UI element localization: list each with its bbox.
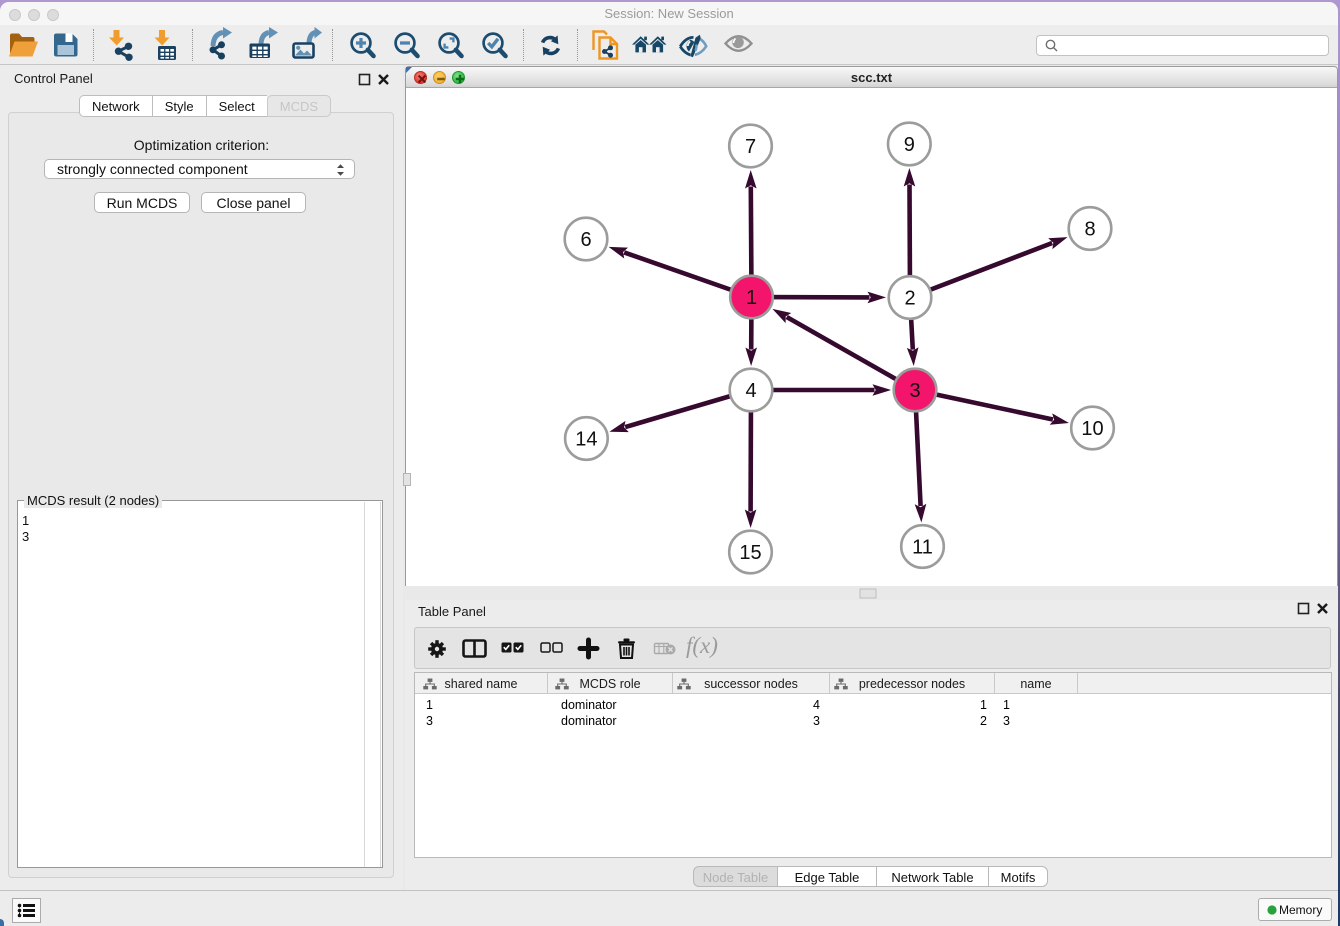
svg-text:15: 15 bbox=[739, 542, 761, 564]
svg-text:2: 2 bbox=[904, 288, 915, 310]
svg-text:1: 1 bbox=[746, 287, 757, 309]
svg-text:14: 14 bbox=[575, 429, 597, 451]
svg-text:6: 6 bbox=[580, 229, 591, 251]
svg-text:10: 10 bbox=[1081, 418, 1103, 440]
svg-text:9: 9 bbox=[904, 134, 915, 156]
svg-text:7: 7 bbox=[745, 136, 756, 158]
svg-text:4: 4 bbox=[745, 380, 756, 402]
svg-text:11: 11 bbox=[912, 537, 933, 559]
svg-text:3: 3 bbox=[909, 380, 920, 402]
svg-text:8: 8 bbox=[1084, 219, 1095, 241]
